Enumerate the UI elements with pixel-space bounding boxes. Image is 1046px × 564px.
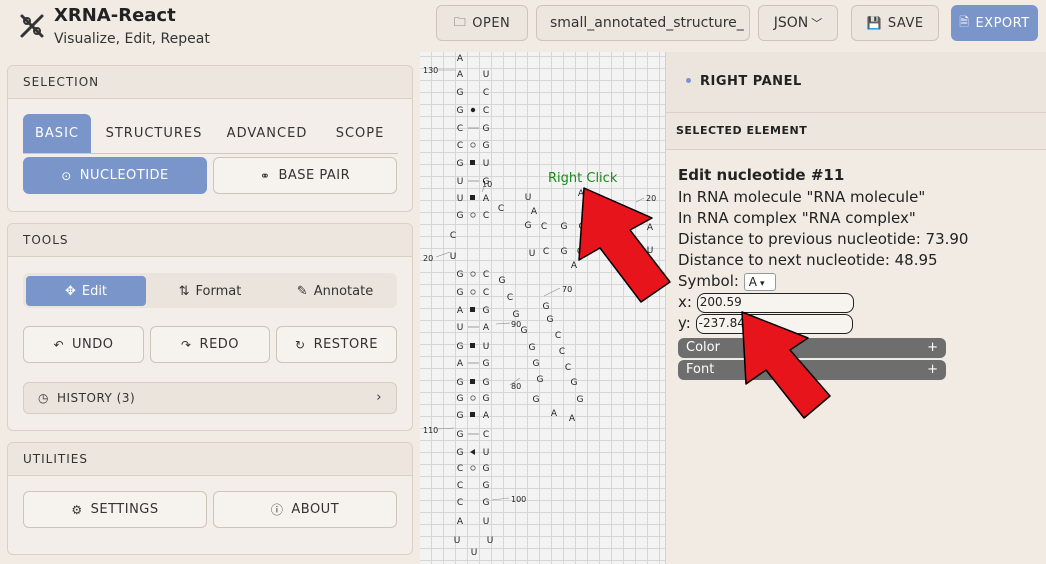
arrow-icon: [741, 311, 831, 419]
arrow-icon: [578, 187, 671, 303]
annotation-arrows: [578, 187, 831, 419]
